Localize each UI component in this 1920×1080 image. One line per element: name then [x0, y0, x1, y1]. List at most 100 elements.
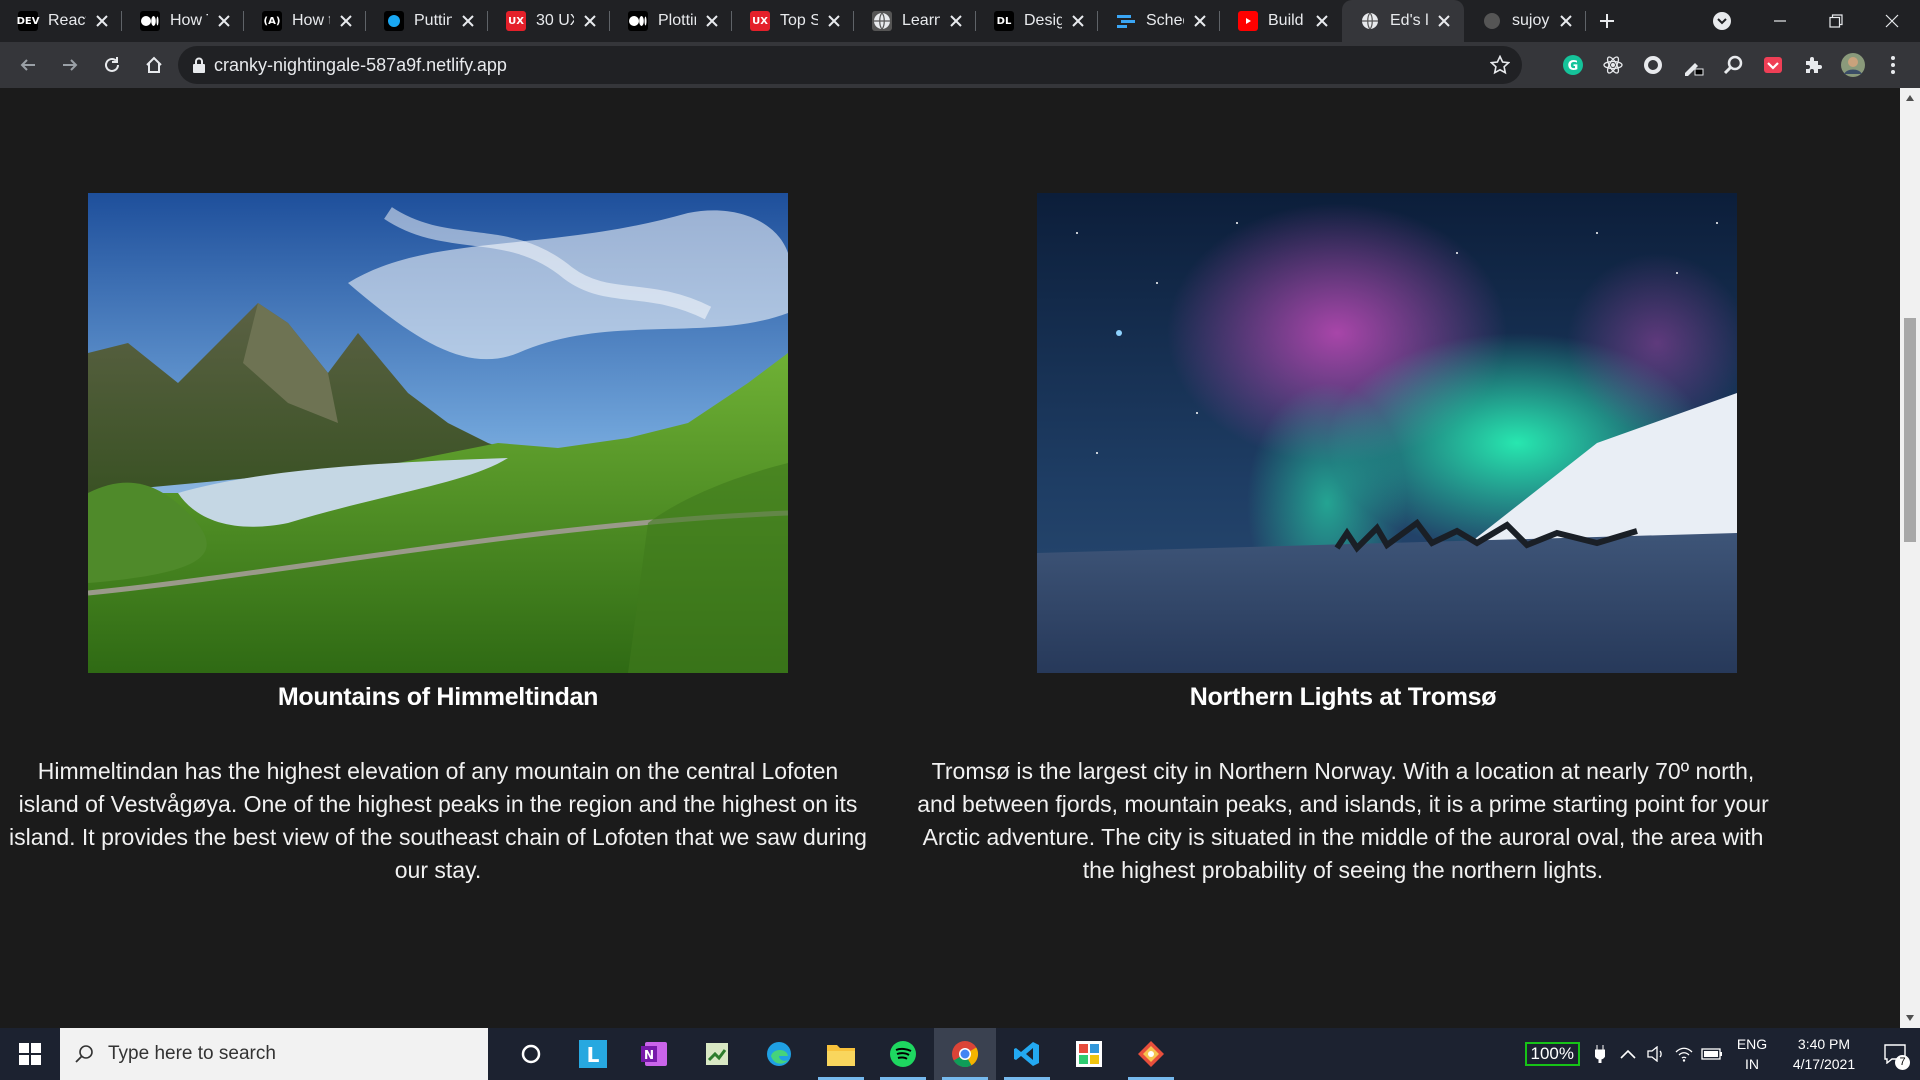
app-grid-icon	[1076, 1041, 1102, 1067]
tab-close-icon[interactable]	[1434, 11, 1454, 31]
tab-close-icon[interactable]	[946, 11, 966, 31]
tab-strip: DEV React: How T (A) How t Puttin UX 30 UX Plott…	[0, 0, 1920, 42]
tab-title: sujoyc	[1512, 12, 1550, 29]
taskbar-onenote[interactable]: N	[624, 1028, 686, 1080]
start-button[interactable]	[0, 1028, 60, 1080]
browser-tab[interactable]: DEV React:	[0, 0, 122, 42]
card-title: Northern Lights at Tromsø	[1189, 683, 1497, 711]
clock[interactable]: 3:40 PM 4/17/2021	[1778, 1034, 1870, 1074]
browser-tab[interactable]: Plottin	[610, 0, 732, 42]
magnifier-icon	[1723, 55, 1743, 75]
taskbar-spotify[interactable]	[872, 1028, 934, 1080]
extensions-button[interactable]	[1798, 50, 1828, 80]
mountain-landscape-photo	[88, 193, 788, 673]
grammarly-extension[interactable]: G	[1558, 50, 1588, 80]
card-description: Tromsø is the largest city in Northern N…	[917, 758, 1769, 883]
browser-tab[interactable]: UX Top Sk	[732, 0, 854, 42]
scroll-down-arrow[interactable]	[1900, 1008, 1920, 1028]
tab-favicon-icon	[1238, 11, 1258, 31]
browser-tab[interactable]: Ed's lo	[1342, 0, 1464, 42]
tab-favicon-icon: DL	[994, 11, 1014, 31]
page-scrollbar[interactable]	[1900, 88, 1920, 1028]
minimize-button[interactable]	[1752, 0, 1808, 42]
address-bar[interactable]: cranky-nightingale-587a9f.netlify.app	[178, 46, 1522, 84]
language-indicator[interactable]: ENG IN	[1726, 1034, 1778, 1074]
home-icon	[146, 56, 162, 73]
tab-title: Learn	[902, 12, 940, 29]
power-plug-icon[interactable]	[1586, 1028, 1614, 1080]
notification-count: 7	[1895, 1055, 1910, 1070]
browser-menu-button[interactable]	[1878, 50, 1908, 80]
search-icon	[75, 1045, 93, 1063]
tab-favicon-icon: (A)	[262, 11, 282, 31]
browser-tab[interactable]: DL Desig	[976, 0, 1098, 42]
tab-close-icon[interactable]	[1312, 11, 1332, 31]
tab-close-icon[interactable]	[1068, 11, 1088, 31]
lock-icon	[193, 57, 205, 73]
tab-close-icon[interactable]	[824, 11, 844, 31]
scroll-up-arrow[interactable]	[1900, 88, 1920, 108]
browser-tab[interactable]: Sched	[1098, 0, 1220, 42]
browser-tab[interactable]: Puttin	[366, 0, 488, 42]
browser-tab[interactable]: Build	[1220, 0, 1342, 42]
browser-tab[interactable]: How T	[122, 0, 244, 42]
color-picker-extension[interactable]	[1678, 50, 1708, 80]
tab-title: Desig	[1024, 12, 1062, 29]
zoom-extension[interactable]	[1718, 50, 1748, 80]
triangle-down-icon	[1906, 1015, 1914, 1021]
profile-button[interactable]	[1838, 50, 1868, 80]
search-placeholder: Type here to search	[108, 1043, 276, 1064]
tab-close-icon[interactable]	[580, 11, 600, 31]
tab-favicon-icon	[1360, 11, 1380, 31]
taskbar-app-notepad[interactable]	[686, 1028, 748, 1080]
tab-search-button[interactable]	[1692, 0, 1752, 42]
wifi-icon[interactable]	[1670, 1028, 1698, 1080]
taskbar-search-box[interactable]: Type here to search	[60, 1028, 488, 1080]
forward-button[interactable]	[50, 45, 90, 85]
extension-circle[interactable]	[1638, 50, 1668, 80]
chevron-up-icon[interactable]	[1614, 1028, 1642, 1080]
tab-close-icon[interactable]	[702, 11, 722, 31]
bookmark-star-icon[interactable]	[1490, 55, 1510, 75]
tab-close-icon[interactable]	[458, 11, 478, 31]
northern-lights-photo	[1037, 193, 1737, 673]
back-button[interactable]	[8, 45, 48, 85]
tab-close-icon[interactable]	[1556, 11, 1576, 31]
spotify-icon	[890, 1041, 916, 1067]
battery-icon[interactable]	[1698, 1028, 1726, 1080]
notification-center-button[interactable]: 7	[1870, 1028, 1920, 1080]
browser-tab[interactable]: Learn	[854, 0, 976, 42]
taskbar-edge[interactable]	[748, 1028, 810, 1080]
new-tab-button[interactable]	[1586, 0, 1628, 42]
reload-button[interactable]	[92, 45, 132, 85]
tab-favicon-icon	[1116, 11, 1136, 31]
taskbar-chrome[interactable]	[934, 1028, 996, 1080]
window-controls	[1692, 0, 1920, 42]
tab-close-icon[interactable]	[1190, 11, 1210, 31]
close-window-button[interactable]	[1864, 0, 1920, 42]
scroll-thumb[interactable]	[1904, 318, 1916, 542]
react-devtools-extension[interactable]	[1598, 50, 1628, 80]
taskbar-app-grid[interactable]	[1058, 1028, 1120, 1080]
browser-tab[interactable]: sujoyc	[1464, 0, 1586, 42]
tab-close-icon[interactable]	[336, 11, 356, 31]
home-button[interactable]	[134, 45, 174, 85]
tab-close-icon[interactable]	[214, 11, 234, 31]
browser-tab[interactable]: (A) How t	[244, 0, 366, 42]
restore-button[interactable]	[1808, 0, 1864, 42]
pocket-icon	[1764, 57, 1782, 73]
eyedropper-icon	[1685, 63, 1704, 76]
taskbar-file-explorer[interactable]	[810, 1028, 872, 1080]
tab-favicon-icon	[1482, 11, 1502, 31]
cortana-button[interactable]	[500, 1028, 562, 1080]
taskbar-gitkraken[interactable]	[1120, 1028, 1182, 1080]
tab-title: Plottin	[658, 12, 696, 29]
pocket-extension[interactable]	[1758, 50, 1788, 80]
browser-tab[interactable]: UX 30 UX	[488, 0, 610, 42]
battery-percentage[interactable]: 100%	[1524, 1042, 1580, 1066]
volume-icon[interactable]	[1642, 1028, 1670, 1080]
windows-logo-icon	[19, 1043, 41, 1065]
taskbar-vscode[interactable]	[996, 1028, 1058, 1080]
tab-close-icon[interactable]	[92, 11, 112, 31]
taskbar-app-l[interactable]: L	[562, 1028, 624, 1080]
